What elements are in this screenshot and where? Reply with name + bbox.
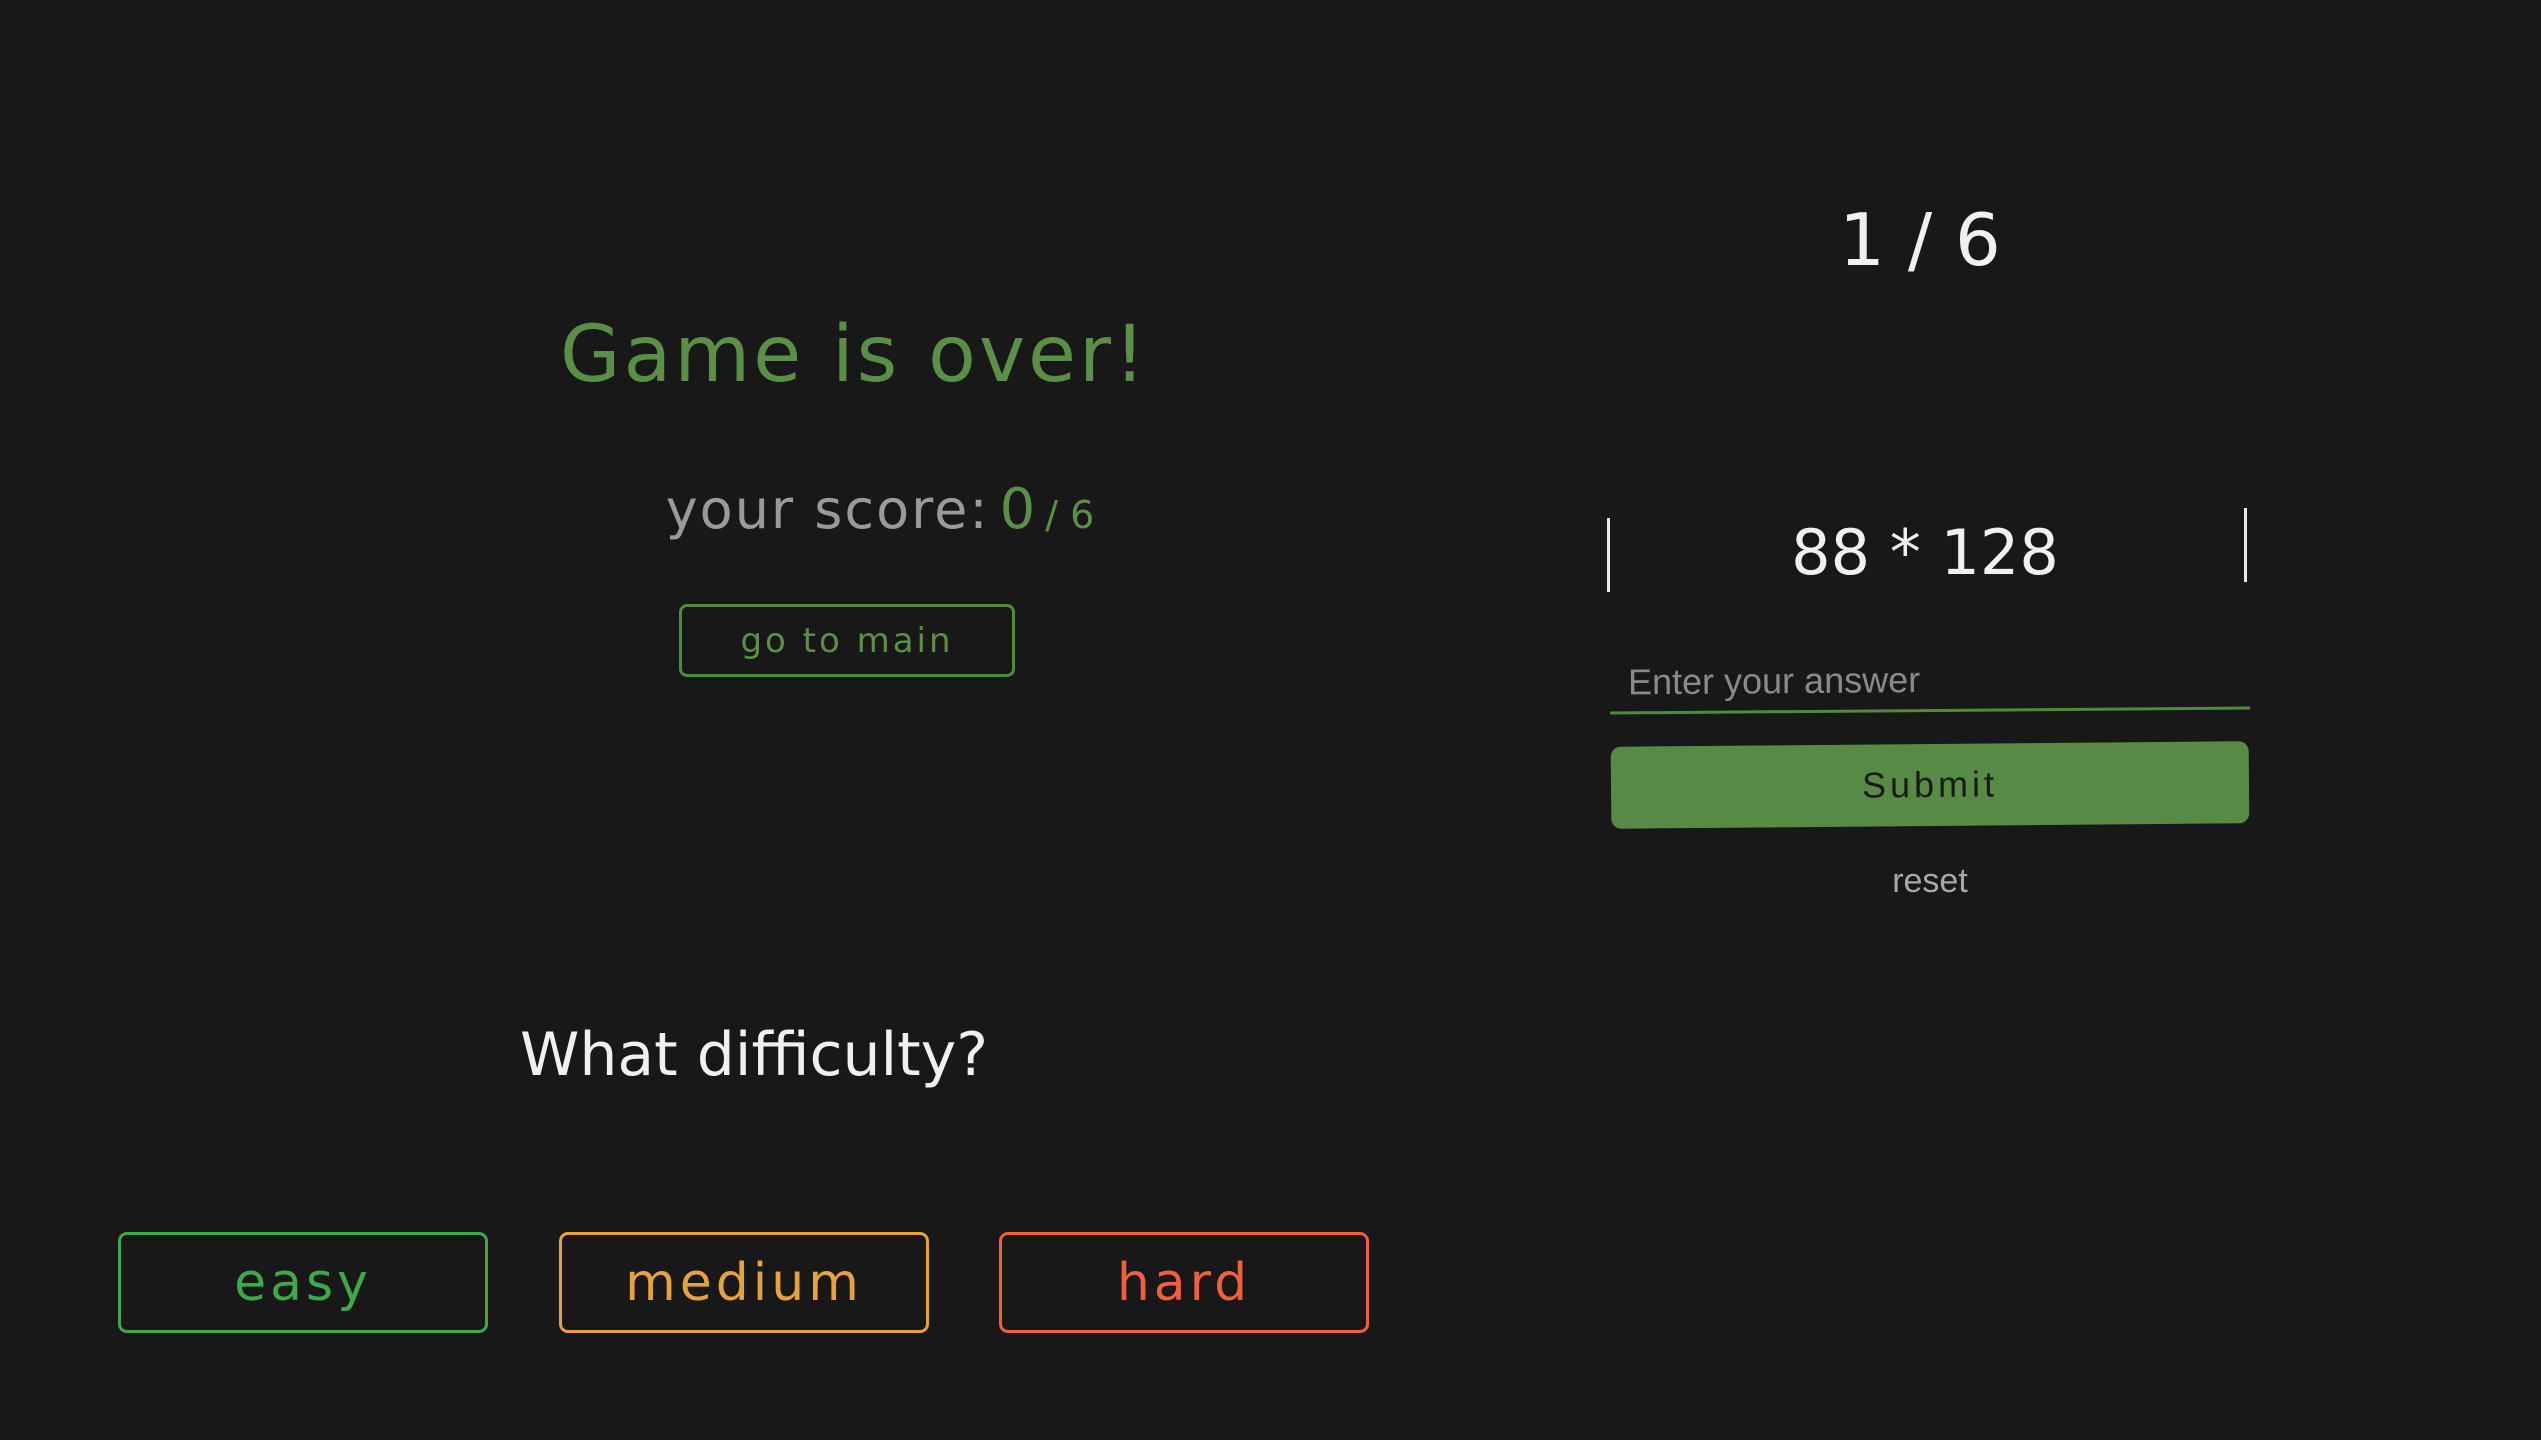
difficulty-medium-button[interactable]: medium (559, 1232, 929, 1333)
score-label: your score: (665, 478, 990, 541)
go-to-main-button[interactable]: go to main (679, 604, 1015, 677)
game-page: Game is over! your score: 0/ 6 go to main… (0, 0, 2541, 1440)
score-value: 0 (999, 477, 1036, 542)
question-right-divider (2244, 508, 2247, 582)
answer-input[interactable] (1609, 647, 2251, 715)
difficulty-title: What difficulty? (520, 1020, 989, 1090)
question-text: 88 * 128 (1791, 516, 2059, 589)
question-left-divider (1607, 518, 1610, 592)
question-progress: 1 / 6 (1839, 198, 2001, 282)
score-line: your score: 0/ 6 (600, 470, 1160, 563)
game-over-title: Game is over! (560, 310, 1149, 400)
submit-button[interactable]: Submit (1610, 741, 2250, 829)
reset-link[interactable]: reset (1830, 856, 2030, 906)
score-total: / 6 (1045, 493, 1095, 537)
difficulty-easy-button[interactable]: easy (118, 1232, 488, 1333)
difficulty-hard-button[interactable]: hard (999, 1232, 1369, 1333)
